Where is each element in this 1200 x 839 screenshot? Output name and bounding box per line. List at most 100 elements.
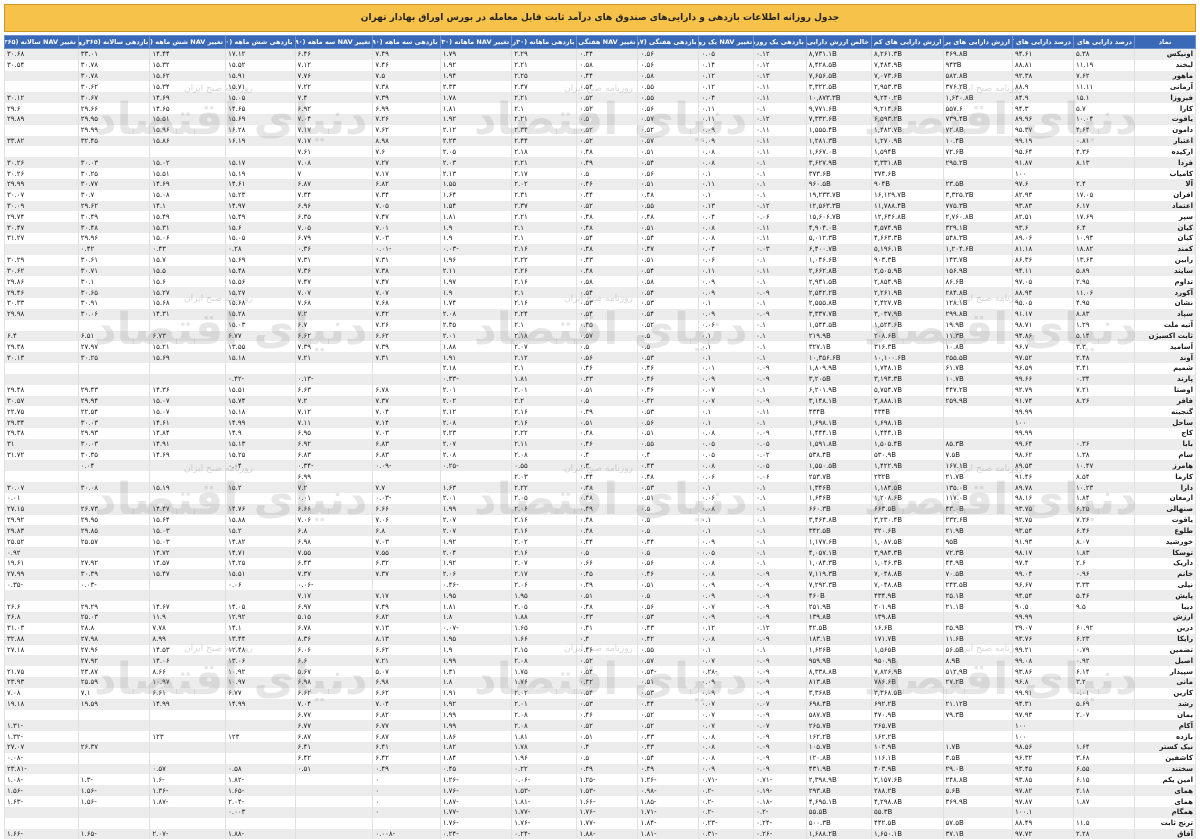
column-header: ارزش دارایی های کم ریسک xyxy=(870,35,944,49)
table-cell: ۰.۳۱- xyxy=(698,828,755,839)
table-cell: ۹۶.۳۲ xyxy=(1011,752,1074,764)
table-cell: ۰.۴۴ xyxy=(576,70,639,82)
table-cell: ۲.۰۷- xyxy=(149,828,227,839)
fund-symbol-cell: شمیم xyxy=(1133,363,1197,374)
table-cell: ۰.۵۵ xyxy=(637,81,700,93)
table-cell: ۲,۸۵۴.۹B xyxy=(870,276,944,288)
table-cell: ۳۱.۷۲ xyxy=(4,449,79,461)
table-cell: ۱۴.۹۹ xyxy=(225,698,296,710)
table-cell: ۱۱.۰۶ xyxy=(1072,287,1135,299)
table-cell xyxy=(1072,806,1135,818)
fund-symbol-cell: ثابت اکسیژن xyxy=(1133,330,1197,342)
table-cell xyxy=(149,590,227,602)
table-cell: ۹۷.۶ xyxy=(1011,178,1074,190)
table-cell: ۰.۰۹ xyxy=(753,590,807,602)
table-cell: ۰.۲۳- xyxy=(698,817,755,829)
table-cell: ۶.۶۲ xyxy=(372,330,441,342)
table-cell: ۰.۱ xyxy=(753,330,807,342)
table-cell: ۳۰.۶۱ xyxy=(77,254,151,266)
table-row: آسامید ۳.۳ ۹۶.۷ ۱۰.۸B ۳۱۶.۳B ۳۲۷.۱B ۰.۱ ۰.۱ ۰.۵ ۰… xyxy=(4,341,1197,353)
table-cell: ۶.۱۵ xyxy=(1072,774,1135,786)
table-cell: ۱۵.۵۱ xyxy=(149,113,227,125)
fund-symbol-cell: کمند xyxy=(1133,243,1197,255)
table-cell: ۰.۱۲ xyxy=(753,48,807,60)
table-cell: ۶.۸۷ xyxy=(294,731,374,742)
table-cell: ۳,۳۶۸B xyxy=(805,687,872,699)
table-cell: ۰.۱۳ xyxy=(753,70,807,82)
table-row: آرمانی ۱۱.۱۱ ۸۸.۹ ۳۷۶.۲B ۲,۹۵۳.۳B ۳,۳۲۲.۵B ۰.۱… xyxy=(4,81,1197,93)
table-cell: ۲۶.۳۷ xyxy=(77,742,151,753)
table-cell: ۰.۶۶ xyxy=(576,557,639,569)
table-cell: ۱۰۰ xyxy=(1011,720,1074,732)
column-header: تغییر NAV هفتگی xyxy=(576,35,639,49)
table-cell: ۲۵.۵۹ xyxy=(77,677,151,688)
table-cell: ۶.۹۲ xyxy=(294,438,374,450)
table-cell: ۰.۴۳ xyxy=(576,373,639,385)
table-cell: ۱.۵۶- xyxy=(77,796,151,807)
table-cell: ۰.۱ xyxy=(698,417,755,428)
table-row: دیبا ۹.۵ ۹۰.۵ ۲۱.۱B ۲۰۱.۹B ۲۵۱.۹B ۰.۰۹ ۰.۰۷ ۰.۵۶… xyxy=(4,601,1197,613)
table-cell: ۱۵.۷۱ xyxy=(225,81,296,93)
table-cell: ۱.۷۱- xyxy=(637,806,700,818)
table-cell: ۱۵.۰۳ xyxy=(149,536,227,548)
table-cell: ۱,۵۰۵.۴B xyxy=(870,438,944,450)
table-cell xyxy=(942,612,1013,623)
table-cell: ۱۶,۱۲۹.۷B xyxy=(870,189,944,201)
table-cell: ۱۹.۹B xyxy=(942,319,1013,331)
table-cell: ۱۴.۴۴ xyxy=(149,48,227,60)
table-cell: ۶.۱۴ xyxy=(1072,666,1135,678)
table-cell: ۱۴.۸۴ xyxy=(149,427,227,439)
table-row: رابین ۱۳.۶۴ ۸۶.۳۶ ۱۴۳.۷B ۹۰۳.۳B ۱,۰۴۶.۶B ۰.۱ ۰.… xyxy=(4,254,1197,266)
table-cell: ۱۰۳.۹B xyxy=(870,742,944,753)
table-cell: ۱.۷۷- xyxy=(576,817,639,829)
table-cell xyxy=(77,547,151,558)
table-cell xyxy=(149,319,227,331)
table-cell: ۰.۵۱ xyxy=(637,492,700,504)
table-cell: ۹۳.۸۶ xyxy=(1011,666,1074,678)
table-cell: ۰.۵۱ xyxy=(637,254,700,266)
table-cell: ۶.۰۶ xyxy=(294,644,374,656)
table-cell: ۱,۵۹۱.۸B xyxy=(805,438,872,450)
table-row: آتیه ملت ۱.۲۹ ۹۸.۷۱ ۱۹.۹B ۱,۵۲۴.۶B ۱,۵۴۴.۵B ۰.… xyxy=(4,319,1197,331)
table-cell: ۰.۰۷ xyxy=(698,601,755,613)
table-cell: ۰.۰۸- xyxy=(4,752,79,764)
table-cell: ۹۴.۳ xyxy=(1011,103,1074,114)
table-cell: ۷.۳۱ xyxy=(294,254,374,266)
table-cell: ۰.۱۱ xyxy=(698,265,755,277)
table-cell: ۹۷.۴ xyxy=(1011,557,1074,569)
table-cell: ۲۹.۳۴ xyxy=(4,417,79,428)
table-cell: ۵.۴۶ xyxy=(1072,590,1135,602)
fund-symbol-cell: کاشفین xyxy=(1133,752,1197,764)
table-cell: ۱۴.۶۵ xyxy=(149,103,227,114)
table-cell: ۲۹.۴۸ xyxy=(4,384,79,396)
table-cell: ۴۴۲.۵B xyxy=(870,817,944,829)
table-cell: ۷.۶۸ xyxy=(372,298,441,309)
table-cell: ۰.۰۹ xyxy=(698,373,755,385)
table-cell: ۹۵.۰۵ xyxy=(1011,298,1074,309)
table-cell: ۰.۵۱ xyxy=(576,417,639,428)
table-cell: ۱۵.۲۷ xyxy=(225,287,296,299)
table-cell: ۰.۵ xyxy=(637,514,700,526)
table-cell: ۹۳.۵۴ xyxy=(1011,525,1074,537)
table-cell: ۰.۳۳- xyxy=(439,373,513,385)
table-cell: ۳۱.۰۳ xyxy=(4,622,79,634)
table-cell: ۳۰.۴۷ xyxy=(4,222,79,234)
table-cell: ۳۰.۷۸ xyxy=(77,59,151,71)
table-cell xyxy=(225,752,296,764)
table-cell: ۳۶۹.۹B xyxy=(942,796,1013,807)
table-cell: ۱۹.۶۱ xyxy=(4,557,79,569)
table-cell: ۲,۷۶۰.۸B xyxy=(942,211,1013,223)
table-cell: ۴,۹۰۴.۰B xyxy=(805,222,872,234)
table-cell: ۱۴.۳۱ xyxy=(149,308,227,320)
fund-symbol-cell: اصیل xyxy=(1133,655,1197,667)
table-cell: ۲۱.۹B xyxy=(942,525,1013,537)
table-cell: ۲۳.۸۷ xyxy=(77,666,151,678)
table-cell: ۰.۴ xyxy=(576,449,639,461)
table-cell: ۱۳۹.۸B xyxy=(870,612,944,623)
table-cell: ۱.۸۲ xyxy=(439,742,513,753)
table-cell: ۷۲.۳B xyxy=(942,547,1013,558)
table-cell: ۲.۰۳ xyxy=(439,157,513,169)
table-cell: ۲.۰۸ xyxy=(511,709,578,721)
table-cell: ۰.۴۶ xyxy=(576,178,639,190)
table-cell: ۰.۰۳- xyxy=(77,579,151,591)
